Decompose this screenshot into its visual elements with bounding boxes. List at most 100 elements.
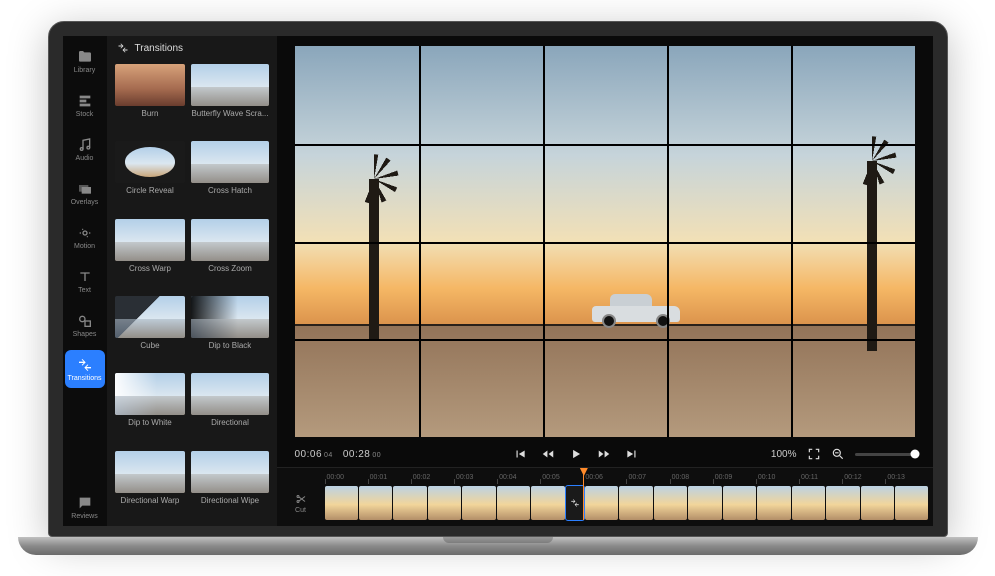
nav-label: Stock (76, 111, 94, 118)
transition-item[interactable]: Cross Hatch (191, 141, 268, 212)
nav-label: Transitions (68, 375, 102, 382)
transition-thumbnail (115, 296, 186, 338)
timeline-clip[interactable] (757, 486, 790, 520)
transition-label: Directional (211, 418, 249, 427)
fullscreen-button[interactable] (807, 447, 821, 461)
timeline-clip[interactable] (393, 486, 426, 520)
transition-item[interactable]: Directional (191, 373, 268, 444)
timeline-clip[interactable] (723, 486, 756, 520)
playback-controls: 00:0604 00:2800 100 (277, 441, 933, 467)
timeline-ruler[interactable]: 00:0000:0100:0200:0300:0400:0500:0600:07… (277, 468, 933, 484)
transition-item[interactable]: Circle Reveal (115, 141, 186, 212)
timeline-transition[interactable] (566, 486, 584, 520)
scissors-icon (295, 493, 307, 505)
transition-label: Circle Reveal (126, 186, 174, 195)
nav-overlays[interactable]: Overlays (65, 174, 105, 212)
timeline-clip[interactable] (619, 486, 652, 520)
zoom-slider[interactable] (855, 453, 915, 456)
transition-label: Dip to White (128, 418, 172, 427)
skip-start-button[interactable] (513, 447, 527, 461)
nav-label: Overlays (71, 199, 99, 206)
transition-label: Cross Warp (129, 264, 171, 273)
video-preview[interactable] (295, 46, 915, 437)
nav-reviews[interactable]: Reviews (65, 488, 105, 526)
cut-tool[interactable]: Cut (281, 493, 321, 514)
transition-thumbnail (191, 64, 268, 106)
transition-label: Dip to Black (209, 341, 252, 350)
timeline-clip[interactable] (688, 486, 721, 520)
transition-thumbnail (191, 373, 268, 415)
zoom-out-button[interactable] (831, 447, 845, 461)
timeline-clip[interactable] (792, 486, 825, 520)
cut-label: Cut (295, 507, 306, 514)
nav-shapes[interactable]: Shapes (65, 306, 105, 344)
timeline-clip[interactable] (325, 486, 358, 520)
panel-header: Transitions (107, 36, 277, 60)
transition-label: Burn (142, 109, 159, 118)
timeline: 00:0000:0100:0200:0300:0400:0500:0600:07… (277, 467, 933, 526)
timeline-clip[interactable] (497, 486, 530, 520)
nav-stock[interactable]: Stock (65, 86, 105, 124)
nav-label: Text (78, 287, 91, 294)
transition-thumbnail (115, 219, 186, 261)
transition-thumbnail (191, 141, 268, 183)
transition-item[interactable]: Dip to White (115, 373, 186, 444)
sidebar-nav: Library Stock Audio Overlays (63, 36, 107, 526)
transition-item[interactable]: Directional Wipe (191, 451, 268, 522)
timeline-clip[interactable] (585, 486, 618, 520)
playhead[interactable] (583, 470, 584, 520)
skip-end-button[interactable] (625, 447, 639, 461)
nav-label: Shapes (73, 331, 97, 338)
music-icon (77, 137, 93, 153)
total-time: 00:2800 (343, 449, 381, 460)
stock-icon (77, 93, 93, 109)
transition-label: Cube (140, 341, 159, 350)
timeline-track[interactable] (325, 486, 929, 520)
overlays-icon (77, 181, 93, 197)
nav-label: Library (74, 67, 95, 74)
transitions-panel: Transitions Burn Butterfly Wave Scra... Ci… (107, 36, 277, 526)
timeline-clip[interactable] (826, 486, 859, 520)
transition-thumbnail (191, 219, 268, 261)
transition-thumbnail (115, 64, 186, 106)
transition-item[interactable]: Directional Warp (115, 451, 186, 522)
transitions-icon (117, 42, 129, 54)
transition-item[interactable]: Butterfly Wave Scra... (191, 64, 268, 135)
transition-thumbnail (191, 451, 268, 493)
current-time: 00:0604 (295, 449, 333, 460)
shapes-icon (77, 313, 93, 329)
folder-icon (77, 49, 93, 65)
transition-label: Directional Warp (121, 496, 180, 505)
transition-label: Directional Wipe (201, 496, 259, 505)
timeline-clip[interactable] (531, 486, 564, 520)
nav-label: Reviews (71, 513, 97, 520)
zoom-percent: 100% (771, 449, 797, 460)
nav-text[interactable]: Text (65, 262, 105, 300)
nav-label: Audio (76, 155, 94, 162)
rewind-button[interactable] (541, 447, 555, 461)
transition-label: Cross Zoom (208, 264, 252, 273)
transition-item[interactable]: Cross Warp (115, 219, 186, 290)
transition-item[interactable]: Cube (115, 296, 186, 367)
transitions-grid[interactable]: Burn Butterfly Wave Scra... Circle Reveal C… (107, 60, 277, 526)
transition-thumbnail (115, 373, 186, 415)
transition-item[interactable]: Dip to Black (191, 296, 268, 367)
panel-title: Transitions (135, 43, 184, 54)
nav-audio[interactable]: Audio (65, 130, 105, 168)
transition-item[interactable]: Burn (115, 64, 186, 135)
timeline-clip[interactable] (654, 486, 687, 520)
nav-transitions[interactable]: Transitions (65, 350, 105, 388)
nav-library[interactable]: Library (65, 42, 105, 80)
nav-motion[interactable]: Motion (65, 218, 105, 256)
transition-item[interactable]: Cross Zoom (191, 219, 268, 290)
play-button[interactable] (569, 447, 583, 461)
timeline-clip[interactable] (359, 486, 392, 520)
nav-label: Motion (74, 243, 95, 250)
timeline-clip[interactable] (462, 486, 495, 520)
timeline-clip[interactable] (861, 486, 894, 520)
forward-button[interactable] (597, 447, 611, 461)
transition-label: Cross Hatch (208, 186, 252, 195)
transitions-icon (77, 357, 93, 373)
timeline-clip[interactable] (428, 486, 461, 520)
timeline-clip[interactable] (895, 486, 928, 520)
